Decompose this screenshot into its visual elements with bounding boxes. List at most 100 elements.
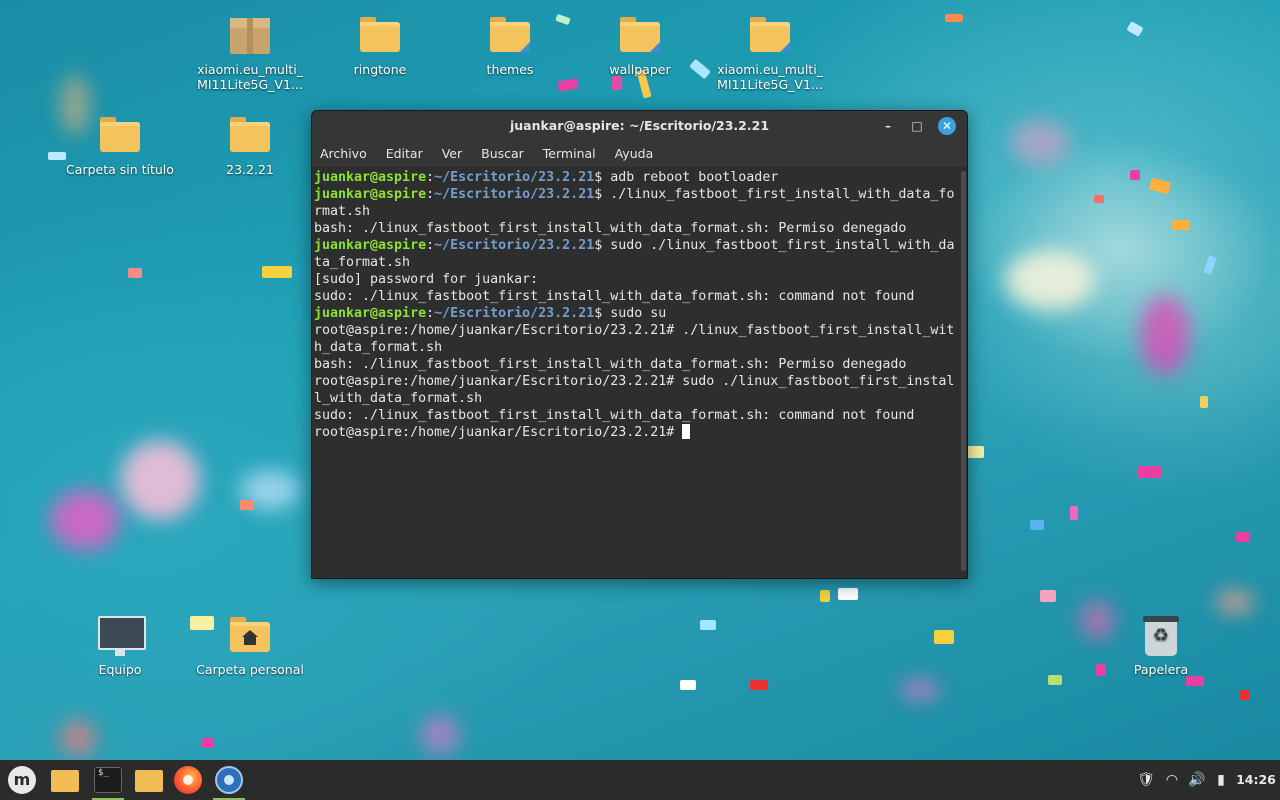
desktop-icon-papelera[interactable]: ♻ Papelera <box>1101 612 1221 677</box>
desktop-icon-themes[interactable]: themes <box>450 12 570 77</box>
scrollbar[interactable] <box>961 171 966 571</box>
terminal-line: root@aspire:/home/juankar/Escritorio/23.… <box>314 424 957 441</box>
desktop-icon-label: xiaomi.eu_multi_ MI11Lite5G_V1... <box>197 62 303 92</box>
volume-icon[interactable]: 🔊 <box>1187 760 1207 800</box>
prompt-path: ~/Escritorio/23.2.21 <box>434 187 595 202</box>
menu-bar: Archivo Editar Ver Buscar Terminal Ayuda <box>312 141 967 167</box>
desktop-icon-label: wallpaper <box>609 62 671 77</box>
folder-icon <box>226 112 274 160</box>
mint-logo-icon: m <box>8 766 36 794</box>
close-button[interactable]: ✕ <box>938 117 956 135</box>
archive-icon <box>226 12 274 60</box>
terminal-window[interactable]: juankar@aspire: ~/Escritorio/23.2.21 – □… <box>311 110 968 579</box>
firefox-icon <box>174 766 202 794</box>
prompt-user: juankar@aspire <box>314 238 427 253</box>
menu-buscar[interactable]: Buscar <box>481 146 524 161</box>
window-titlebar[interactable]: juankar@aspire: ~/Escritorio/23.2.21 – □… <box>312 111 967 141</box>
taskbar-terminal[interactable]: $_ <box>90 762 126 800</box>
desktop-icon-carpeta-personal[interactable]: Carpeta personal <box>190 612 310 677</box>
terminal-line: sudo: ./linux_fastboot_first_install_wit… <box>314 288 957 305</box>
prompt-path: ~/Escritorio/23.2.21 <box>434 170 595 185</box>
terminal-line: l_with_data_format.sh <box>314 390 957 407</box>
terminal-text: ta_format.sh <box>314 255 411 270</box>
desktop-icon-label: Equipo <box>98 662 142 677</box>
terminal-line: h_data_format.sh <box>314 339 957 356</box>
prompt-user: juankar@aspire <box>314 306 427 321</box>
terminal-line: [sudo] password for juankar: <box>314 271 957 288</box>
terminal-text: rmat.sh <box>314 204 371 219</box>
desktop-icon-equipo[interactable]: Equipo <box>60 612 180 677</box>
window-title: juankar@aspire: ~/Escritorio/23.2.21 <box>509 118 770 133</box>
taskbar-firefox[interactable] <box>170 762 206 798</box>
terminal-line: sudo: ./linux_fastboot_first_install_wit… <box>314 407 957 424</box>
terminal-line: rmat.sh <box>314 203 957 220</box>
menu-button[interactable]: m <box>4 762 40 798</box>
folder-icon <box>746 12 794 60</box>
desktop-icon-label: 23.2.21 <box>226 162 274 177</box>
menu-ayuda[interactable]: Ayuda <box>615 146 654 161</box>
taskbar-file-manager[interactable] <box>130 762 166 798</box>
terminal-text: bash: ./linux_fastboot_first_install_wit… <box>314 221 907 236</box>
folder-link-icon <box>616 12 664 60</box>
folder-icon <box>51 770 79 792</box>
folder-icon <box>135 770 163 792</box>
desktop-icon-label: Papelera <box>1133 662 1189 677</box>
terminal-line: juankar@aspire:~/Escritorio/23.2.21$ adb… <box>314 170 779 185</box>
terminal-text: root@aspire:/home/juankar/Escritorio/23.… <box>314 374 955 389</box>
taskbar: m $_ 🛡 ◠ 🔊 ▮ 14:26 <box>0 760 1280 800</box>
terminal-text: $ adb reboot bootloader <box>594 170 779 185</box>
clock[interactable]: 14:26 <box>1236 760 1276 800</box>
computer-icon <box>96 612 146 660</box>
desktop-icon-xiaomi-archive[interactable]: xiaomi.eu_multi_ MI11Lite5G_V1... <box>190 12 310 92</box>
terminal-text: [sudo] password for juankar: <box>314 272 539 287</box>
shield-icon[interactable]: 🛡 <box>1136 760 1156 800</box>
terminal-text: sudo: ./linux_fastboot_first_install_wit… <box>314 289 915 304</box>
terminal-text: sudo: ./linux_fastboot_first_install_wit… <box>314 408 915 423</box>
terminal-line: juankar@aspire:~/Escritorio/23.2.21$ sud… <box>314 306 667 321</box>
desktop-icon-label: themes <box>486 62 534 77</box>
desktop-icon-carpeta-sin-titulo[interactable]: Carpeta sin título <box>60 112 180 177</box>
terminal-text: bash: ./linux_fastboot_first_install_wit… <box>314 357 907 372</box>
home-folder-icon <box>226 612 274 660</box>
wifi-icon[interactable]: ◠ <box>1162 760 1182 800</box>
terminal-line: juankar@aspire:~/Escritorio/23.2.21$ sud… <box>314 238 955 253</box>
folder-icon <box>96 112 144 160</box>
terminal-text: $ sudo su <box>594 306 667 321</box>
terminal-output[interactable]: juankar@aspire:~/Escritorio/23.2.21$ adb… <box>312 167 959 578</box>
terminal-icon: $_ <box>94 767 122 793</box>
text-cursor <box>682 424 691 439</box>
terminal-line: bash: ./linux_fastboot_first_install_wit… <box>314 356 957 373</box>
desktop-icon-wallpaper[interactable]: wallpaper <box>580 12 700 77</box>
desktop-icon-label: Carpeta sin título <box>66 162 174 177</box>
taskbar-chromium[interactable] <box>211 762 247 800</box>
desktop-icon-23-2-21[interactable]: 23.2.21 <box>190 112 310 177</box>
terminal-text: l_with_data_format.sh <box>314 391 483 406</box>
prompt-user: juankar@aspire <box>314 187 427 202</box>
menu-terminal[interactable]: Terminal <box>543 146 596 161</box>
taskbar-files[interactable] <box>46 762 82 798</box>
folder-icon <box>356 12 404 60</box>
terminal-line: juankar@aspire:~/Escritorio/23.2.21$ ./l… <box>314 187 955 202</box>
terminal-line: root@aspire:/home/juankar/Escritorio/23.… <box>314 373 957 390</box>
menu-archivo[interactable]: Archivo <box>320 146 367 161</box>
prompt-user: juankar@aspire <box>314 170 427 185</box>
prompt-path: ~/Escritorio/23.2.21 <box>434 306 595 321</box>
terminal-text: root@aspire:/home/juankar/Escritorio/23.… <box>314 425 683 440</box>
terminal-line: root@aspire:/home/juankar/Escritorio/23.… <box>314 322 957 339</box>
trash-icon: ♻ <box>1137 612 1185 660</box>
terminal-text: h_data_format.sh <box>314 340 443 355</box>
prompt-path: ~/Escritorio/23.2.21 <box>434 238 595 253</box>
menu-ver[interactable]: Ver <box>442 146 462 161</box>
battery-icon[interactable]: ▮ <box>1213 760 1229 800</box>
menu-editar[interactable]: Editar <box>386 146 423 161</box>
terminal-text: root@aspire:/home/juankar/Escritorio/23.… <box>314 323 955 338</box>
desktop-icon-ringtone[interactable]: ringtone <box>320 12 440 77</box>
minimize-button[interactable]: – <box>880 118 896 134</box>
maximize-button[interactable]: □ <box>909 118 925 134</box>
desktop-icon-label: ringtone <box>353 62 407 77</box>
desktop-icon-xiaomi-folder[interactable]: xiaomi.eu_multi_ MI11Lite5G_V1... <box>710 12 830 92</box>
terminal-line: bash: ./linux_fastboot_first_install_wit… <box>314 220 957 237</box>
terminal-text: $ sudo ./linux_fastboot_first_install_wi… <box>594 238 955 253</box>
desktop-icon-label: Carpeta personal <box>196 662 304 677</box>
terminal-text: $ ./linux_fastboot_first_install_with_da… <box>594 187 955 202</box>
